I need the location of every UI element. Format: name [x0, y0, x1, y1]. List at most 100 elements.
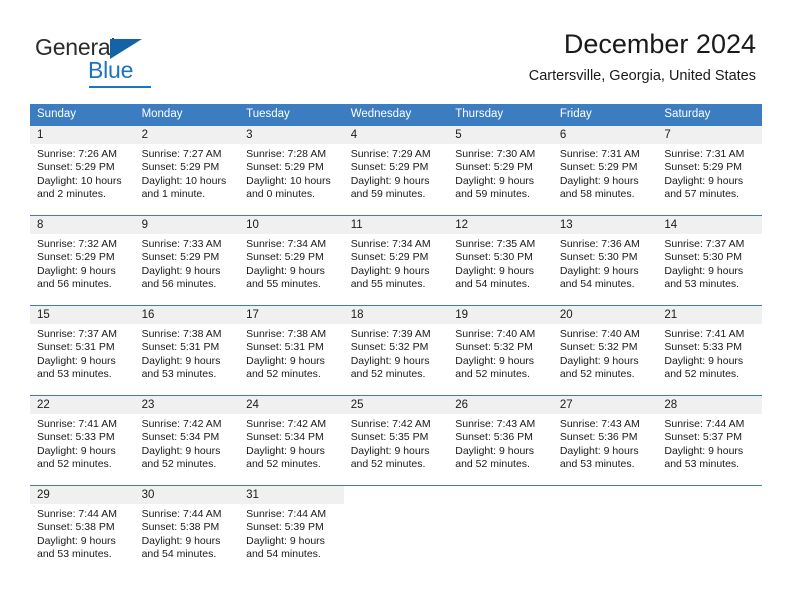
- day-details: Sunrise: 7:26 AM Sunset: 5:29 PM Dayligh…: [30, 144, 135, 202]
- sunrise-line: Sunrise: 7:43 AM: [559, 418, 640, 430]
- daylight-line-2: and 57 minutes.: [664, 188, 740, 201]
- day-cell[interactable]: 30 Sunrise: 7:44 AM Sunset: 5:38 PM Dayl…: [134, 486, 240, 575]
- day-cell[interactable]: 15 Sunrise: 7:37 AM Sunset: 5:31 PM Dayl…: [30, 306, 135, 395]
- sunset-line: Sunset: 5:34 PM: [246, 431, 324, 444]
- sunrise-line: Sunrise: 7:32 AM: [37, 238, 117, 250]
- sunset-line: Sunset: 5:34 PM: [141, 431, 220, 444]
- day-cell[interactable]: 21 Sunrise: 7:41 AM Sunset: 5:33 PM Dayl…: [657, 306, 762, 395]
- daylight-line-1: Daylight: 9 hours: [559, 354, 639, 367]
- sunrise-line: Sunrise: 7:38 AM: [141, 328, 222, 340]
- day-details: Sunrise: 7:42 AM Sunset: 5:34 PM Dayligh…: [135, 414, 240, 472]
- day-details: Sunrise: 7:43 AM Sunset: 5:36 PM Dayligh…: [553, 414, 658, 472]
- day-details: [553, 504, 658, 508]
- day-cell[interactable]: 11 Sunrise: 7:34 AM Sunset: 5:29 PM Dayl…: [343, 216, 449, 305]
- day-cell[interactable]: 6 Sunrise: 7:31 AM Sunset: 5:29 PM Dayli…: [552, 126, 658, 215]
- day-number: 30: [134, 486, 240, 504]
- daylight-line-1: Daylight: 9 hours: [37, 444, 116, 457]
- daylight-line-1: Daylight: 9 hours: [246, 264, 325, 277]
- sunrise-line: Sunrise: 7:34 AM: [350, 238, 431, 250]
- day-number: [657, 486, 762, 504]
- day-cell[interactable]: 25 Sunrise: 7:42 AM Sunset: 5:35 PM Dayl…: [343, 396, 449, 485]
- daylight-line-1: Daylight: 9 hours: [350, 354, 430, 367]
- daylight-line-2: and 52 minutes.: [350, 368, 426, 381]
- day-cell[interactable]: 5 Sunrise: 7:30 AM Sunset: 5:29 PM Dayli…: [448, 126, 553, 215]
- daylight-line-1: Daylight: 9 hours: [141, 444, 221, 457]
- sunset-line: Sunset: 5:33 PM: [37, 431, 115, 444]
- daylight-line-1: Daylight: 9 hours: [246, 444, 325, 457]
- day-cell[interactable]: 3 Sunrise: 7:28 AM Sunset: 5:29 PM Dayli…: [239, 126, 344, 215]
- logo-underline: [89, 86, 151, 88]
- day-number: 20: [552, 306, 658, 324]
- day-cell[interactable]: 27 Sunrise: 7:43 AM Sunset: 5:36 PM Dayl…: [552, 396, 658, 485]
- day-cell-empty: [448, 486, 553, 575]
- day-cell[interactable]: 31 Sunrise: 7:44 AM Sunset: 5:39 PM Dayl…: [239, 486, 344, 575]
- day-cell[interactable]: 20 Sunrise: 7:40 AM Sunset: 5:32 PM Dayl…: [552, 306, 658, 395]
- sunrise-line: Sunrise: 7:30 AM: [455, 148, 536, 160]
- daylight-line-1: Daylight: 9 hours: [141, 534, 221, 547]
- day-cell[interactable]: 9 Sunrise: 7:33 AM Sunset: 5:29 PM Dayli…: [134, 216, 240, 305]
- sunrise-line: Sunrise: 7:31 AM: [664, 148, 745, 160]
- sunrise-line: Sunrise: 7:36 AM: [559, 238, 640, 250]
- day-cell[interactable]: 7 Sunrise: 7:31 AM Sunset: 5:29 PM Dayli…: [657, 126, 762, 215]
- day-cell[interactable]: 13 Sunrise: 7:36 AM Sunset: 5:30 PM Dayl…: [552, 216, 658, 305]
- daylight-line-1: Daylight: 10 hours: [141, 174, 227, 187]
- day-cell[interactable]: 26 Sunrise: 7:43 AM Sunset: 5:36 PM Dayl…: [448, 396, 553, 485]
- daylight-line-1: Daylight: 9 hours: [664, 264, 744, 277]
- sunset-line: Sunset: 5:31 PM: [141, 341, 220, 354]
- daylight-line-1: Daylight: 9 hours: [455, 174, 535, 187]
- sunset-line: Sunset: 5:29 PM: [664, 161, 743, 174]
- sunset-line: Sunset: 5:33 PM: [664, 341, 743, 354]
- sunrise-line: Sunrise: 7:40 AM: [559, 328, 640, 340]
- day-cell[interactable]: 1 Sunrise: 7:26 AM Sunset: 5:29 PM Dayli…: [30, 126, 135, 215]
- daylight-line-1: Daylight: 9 hours: [559, 174, 639, 187]
- day-number: 1: [30, 126, 135, 144]
- day-cell[interactable]: 16 Sunrise: 7:38 AM Sunset: 5:31 PM Dayl…: [134, 306, 240, 395]
- daylight-line-2: and 53 minutes.: [37, 368, 112, 381]
- day-cell[interactable]: 29 Sunrise: 7:44 AM Sunset: 5:38 PM Dayl…: [30, 486, 135, 575]
- day-cell[interactable]: 4 Sunrise: 7:29 AM Sunset: 5:29 PM Dayli…: [343, 126, 449, 215]
- sunrise-line: Sunrise: 7:39 AM: [350, 328, 431, 340]
- day-cell[interactable]: 12 Sunrise: 7:35 AM Sunset: 5:30 PM Dayl…: [448, 216, 553, 305]
- day-details: Sunrise: 7:34 AM Sunset: 5:29 PM Dayligh…: [239, 234, 344, 292]
- daylight-line-1: Daylight: 9 hours: [559, 444, 639, 457]
- sunset-line: Sunset: 5:32 PM: [559, 341, 638, 354]
- sunrise-line: Sunrise: 7:27 AM: [141, 148, 222, 160]
- day-cell[interactable]: 14 Sunrise: 7:37 AM Sunset: 5:30 PM Dayl…: [657, 216, 762, 305]
- daylight-line-2: and 53 minutes.: [559, 458, 635, 471]
- sunset-line: Sunset: 5:39 PM: [246, 521, 324, 534]
- day-cell[interactable]: 18 Sunrise: 7:39 AM Sunset: 5:32 PM Dayl…: [343, 306, 449, 395]
- day-cell[interactable]: 19 Sunrise: 7:40 AM Sunset: 5:32 PM Dayl…: [448, 306, 553, 395]
- daylight-line-1: Daylight: 9 hours: [37, 354, 116, 367]
- day-cell[interactable]: 23 Sunrise: 7:42 AM Sunset: 5:34 PM Dayl…: [134, 396, 240, 485]
- sunrise-line: Sunrise: 7:37 AM: [664, 238, 745, 250]
- day-cell[interactable]: 22 Sunrise: 7:41 AM Sunset: 5:33 PM Dayl…: [30, 396, 135, 485]
- daylight-line-1: Daylight: 9 hours: [664, 174, 744, 187]
- daylight-line-2: and 55 minutes.: [246, 278, 321, 291]
- day-cell-empty: [657, 486, 762, 575]
- day-details: [657, 504, 762, 508]
- daylight-line-1: Daylight: 9 hours: [664, 444, 744, 457]
- day-number: 16: [134, 306, 240, 324]
- day-cell[interactable]: 2 Sunrise: 7:27 AM Sunset: 5:29 PM Dayli…: [134, 126, 240, 215]
- day-details: Sunrise: 7:40 AM Sunset: 5:32 PM Dayligh…: [448, 324, 553, 382]
- sunrise-line: Sunrise: 7:37 AM: [37, 328, 117, 340]
- daylight-line-1: Daylight: 9 hours: [141, 354, 221, 367]
- day-details: Sunrise: 7:31 AM Sunset: 5:29 PM Dayligh…: [657, 144, 762, 202]
- day-details: [448, 504, 553, 508]
- sunset-line: Sunset: 5:29 PM: [246, 251, 324, 264]
- daylight-line-2: and 52 minutes.: [246, 458, 321, 471]
- day-number: 3: [239, 126, 344, 144]
- daylight-line-2: and 54 minutes.: [246, 548, 321, 561]
- day-cell[interactable]: 28 Sunrise: 7:44 AM Sunset: 5:37 PM Dayl…: [657, 396, 762, 485]
- day-cell[interactable]: 24 Sunrise: 7:42 AM Sunset: 5:34 PM Dayl…: [239, 396, 344, 485]
- daylight-line-2: and 54 minutes.: [141, 548, 217, 561]
- general-blue-logo[interactable]: General Blue: [35, 34, 235, 90]
- day-number: 17: [239, 306, 344, 324]
- day-cell[interactable]: 8 Sunrise: 7:32 AM Sunset: 5:29 PM Dayli…: [30, 216, 135, 305]
- day-cell[interactable]: 17 Sunrise: 7:38 AM Sunset: 5:31 PM Dayl…: [239, 306, 344, 395]
- sunrise-line: Sunrise: 7:29 AM: [350, 148, 431, 160]
- day-number: [552, 486, 658, 504]
- daylight-line-2: and 52 minutes.: [141, 458, 217, 471]
- daylight-line-2: and 52 minutes.: [664, 368, 740, 381]
- day-cell[interactable]: 10 Sunrise: 7:34 AM Sunset: 5:29 PM Dayl…: [239, 216, 344, 305]
